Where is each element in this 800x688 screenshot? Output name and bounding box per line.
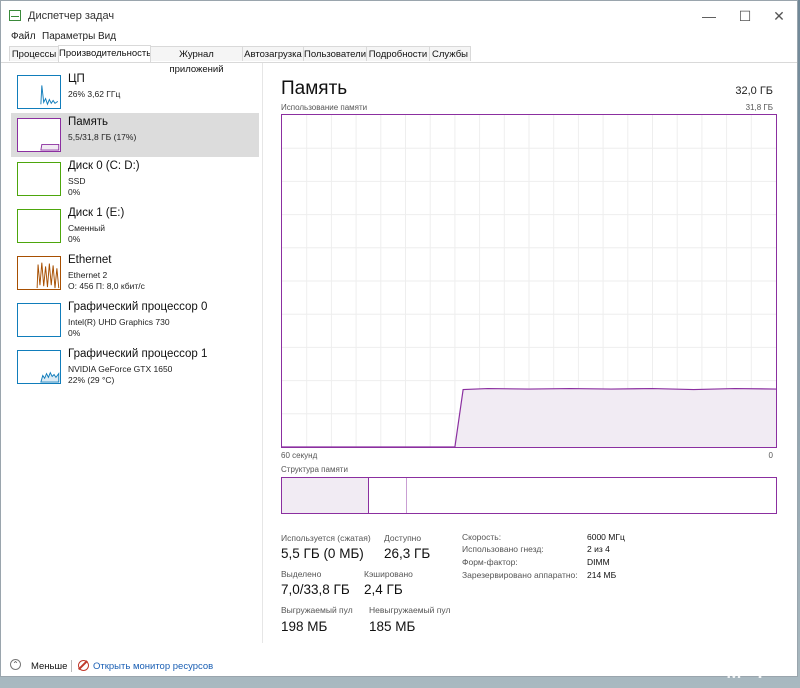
sidebar-item-label: Графический процессор 1 [68, 348, 208, 360]
sidebar-item-detail: 22% (29 °C) [68, 375, 115, 385]
open-resource-monitor-link[interactable]: Открыть монитор ресурсов [93, 661, 213, 672]
form-factor-label: Форм-фактор: [462, 557, 518, 567]
committed-label: Выделено [281, 569, 322, 579]
sidebar-item-model: Intel(R) UHD Graphics 730 [68, 317, 170, 327]
tab-processes[interactable]: Процессы [9, 46, 59, 61]
nonpaged-pool-value: 185 МБ [369, 619, 416, 634]
committed-value: 7,0/33,8 ГБ [281, 582, 350, 597]
speed-label: Скорость: [462, 532, 502, 542]
nonpaged-pool-label: Невыгружаемый пул [369, 605, 451, 615]
sidebar-item-label: Диск 1 (E:) [68, 207, 125, 219]
sidebar-item-cpu[interactable]: ЦП 26% 3,62 ГГц [11, 70, 259, 114]
watermark: M Y [726, 662, 770, 682]
maximize-button[interactable]: ☐ [735, 8, 755, 24]
menu-file[interactable]: Файл [11, 31, 36, 42]
cached-label: Кэшировано [364, 569, 413, 579]
sidebar-item-disk-1[interactable]: Диск 1 (E:) Сменный 0% [11, 204, 259, 248]
sidebar-item-label: ЦП [68, 73, 85, 85]
graph-time-end: 0 [768, 451, 773, 460]
sidebar-item-type: SSD [68, 176, 86, 186]
sidebar-item-detail: 0% [68, 328, 81, 338]
slots-label: Использовано гнезд: [462, 544, 544, 554]
in-use-value: 5,5 ГБ (0 МБ) [281, 546, 364, 561]
page-title: Память [281, 78, 348, 99]
sidebar-item-detail: 0% [68, 187, 81, 197]
slots-value: 2 из 4 [587, 544, 610, 554]
sidebar-item-memory[interactable]: Память 5,5/31,8 ГБ (17%) [11, 113, 259, 157]
cpu-graph-icon [17, 75, 61, 109]
sidebar-item-detail: 26% 3,62 ГГц [68, 89, 121, 99]
sidebar-item-detail: 5,5/31,8 ГБ (17%) [68, 132, 137, 142]
structure-label: Структура памяти [281, 465, 348, 474]
task-manager-icon [9, 10, 21, 21]
speed-value: 6000 МГц [587, 532, 625, 542]
structure-in-use [282, 478, 370, 513]
menu-view[interactable]: Вид [98, 31, 116, 42]
sidebar-item-adapter: Ethernet 2 [68, 270, 108, 280]
sidebar-item-gpu-1[interactable]: Графический процессор 1 NVIDIA GeForce G… [11, 345, 259, 389]
footer-separator [71, 660, 72, 672]
tab-performance[interactable]: Производительность [58, 45, 151, 62]
tab-startup[interactable]: Автозагрузка [242, 46, 304, 61]
sidebar-item-detail: 0% [68, 234, 81, 244]
minimize-button[interactable]: — [699, 8, 719, 24]
sidebar-item-ethernet[interactable]: Ethernet Ethernet 2 О: 456 П: 8,0 кбит/с [11, 251, 259, 295]
form-factor-value: DIMM [587, 557, 610, 567]
resource-monitor-icon[interactable] [78, 660, 89, 671]
usage-graph-max: 31,8 ГБ [745, 103, 773, 112]
tab-details[interactable]: Подробности [366, 46, 430, 61]
sidebar-item-type: Сменный [68, 223, 105, 233]
title-bar: Диспетчер задач — ☐ ✕ [1, 1, 797, 31]
close-button[interactable]: ✕ [769, 8, 789, 24]
sidebar-item-gpu-0[interactable]: Графический процессор 0 Intel(R) UHD Gra… [11, 298, 259, 342]
available-label: Доступно [384, 533, 422, 543]
paged-pool-label: Выгружаемый пул [281, 605, 353, 615]
chevron-up-icon[interactable]: ⌃ [10, 659, 21, 670]
sidebar-item-disk-0[interactable]: Диск 0 (C: D:) SSD 0% [11, 157, 259, 201]
gpu-graph-icon [17, 303, 61, 337]
sidebar-item-detail: О: 456 П: 8,0 кбит/с [68, 281, 145, 291]
fewer-details-button[interactable]: Меньше [31, 661, 67, 672]
window-title: Диспетчер задач [28, 10, 115, 22]
gpu-graph-icon [17, 350, 61, 384]
sidebar-item-label: Память [68, 116, 109, 128]
resource-sidebar: ЦП 26% 3,62 ГГц Память 5,5/31,8 ГБ (17%)… [1, 63, 261, 643]
hardware-reserved-label: Зарезервировано аппаратно: [462, 570, 578, 580]
tab-services[interactable]: Службы [429, 46, 471, 61]
sidebar-item-model: NVIDIA GeForce GTX 1650 [68, 364, 173, 374]
tab-strip: Процессы Производительность Журнал прило… [1, 45, 797, 75]
hardware-reserved-value: 214 МБ [587, 570, 617, 580]
tab-app-history[interactable]: Журнал приложений [150, 46, 243, 75]
paged-pool-value: 198 МБ [281, 619, 328, 634]
menu-options[interactable]: Параметры [42, 31, 95, 42]
sidebar-item-label: Ethernet [68, 254, 112, 266]
tab-users[interactable]: Пользователи [303, 46, 367, 61]
memory-graph-icon [17, 118, 61, 152]
footer-bar: ⌃ Меньше Открыть монитор ресурсов [1, 653, 797, 676]
pane-divider[interactable] [262, 63, 263, 643]
in-use-label: Используется (сжатая) [281, 533, 371, 543]
task-manager-window: Диспетчер задач — ☐ ✕ Файл Параметры Вид… [0, 0, 798, 677]
memory-structure-bar [281, 477, 777, 514]
disk-graph-icon [17, 209, 61, 243]
graph-time-start: 60 секунд [281, 451, 318, 460]
structure-modified [369, 478, 408, 513]
cached-value: 2,4 ГБ [364, 582, 403, 597]
usage-graph-label: Использование памяти [281, 103, 368, 112]
sidebar-item-label: Диск 0 (C: D:) [68, 160, 140, 172]
sidebar-item-label: Графический процессор 0 [68, 301, 208, 313]
memory-usage-graph [281, 114, 777, 448]
memory-total: 32,0 ГБ [735, 85, 773, 97]
available-value: 26,3 ГБ [384, 546, 431, 561]
disk-graph-icon [17, 162, 61, 196]
network-graph-icon [17, 256, 61, 290]
